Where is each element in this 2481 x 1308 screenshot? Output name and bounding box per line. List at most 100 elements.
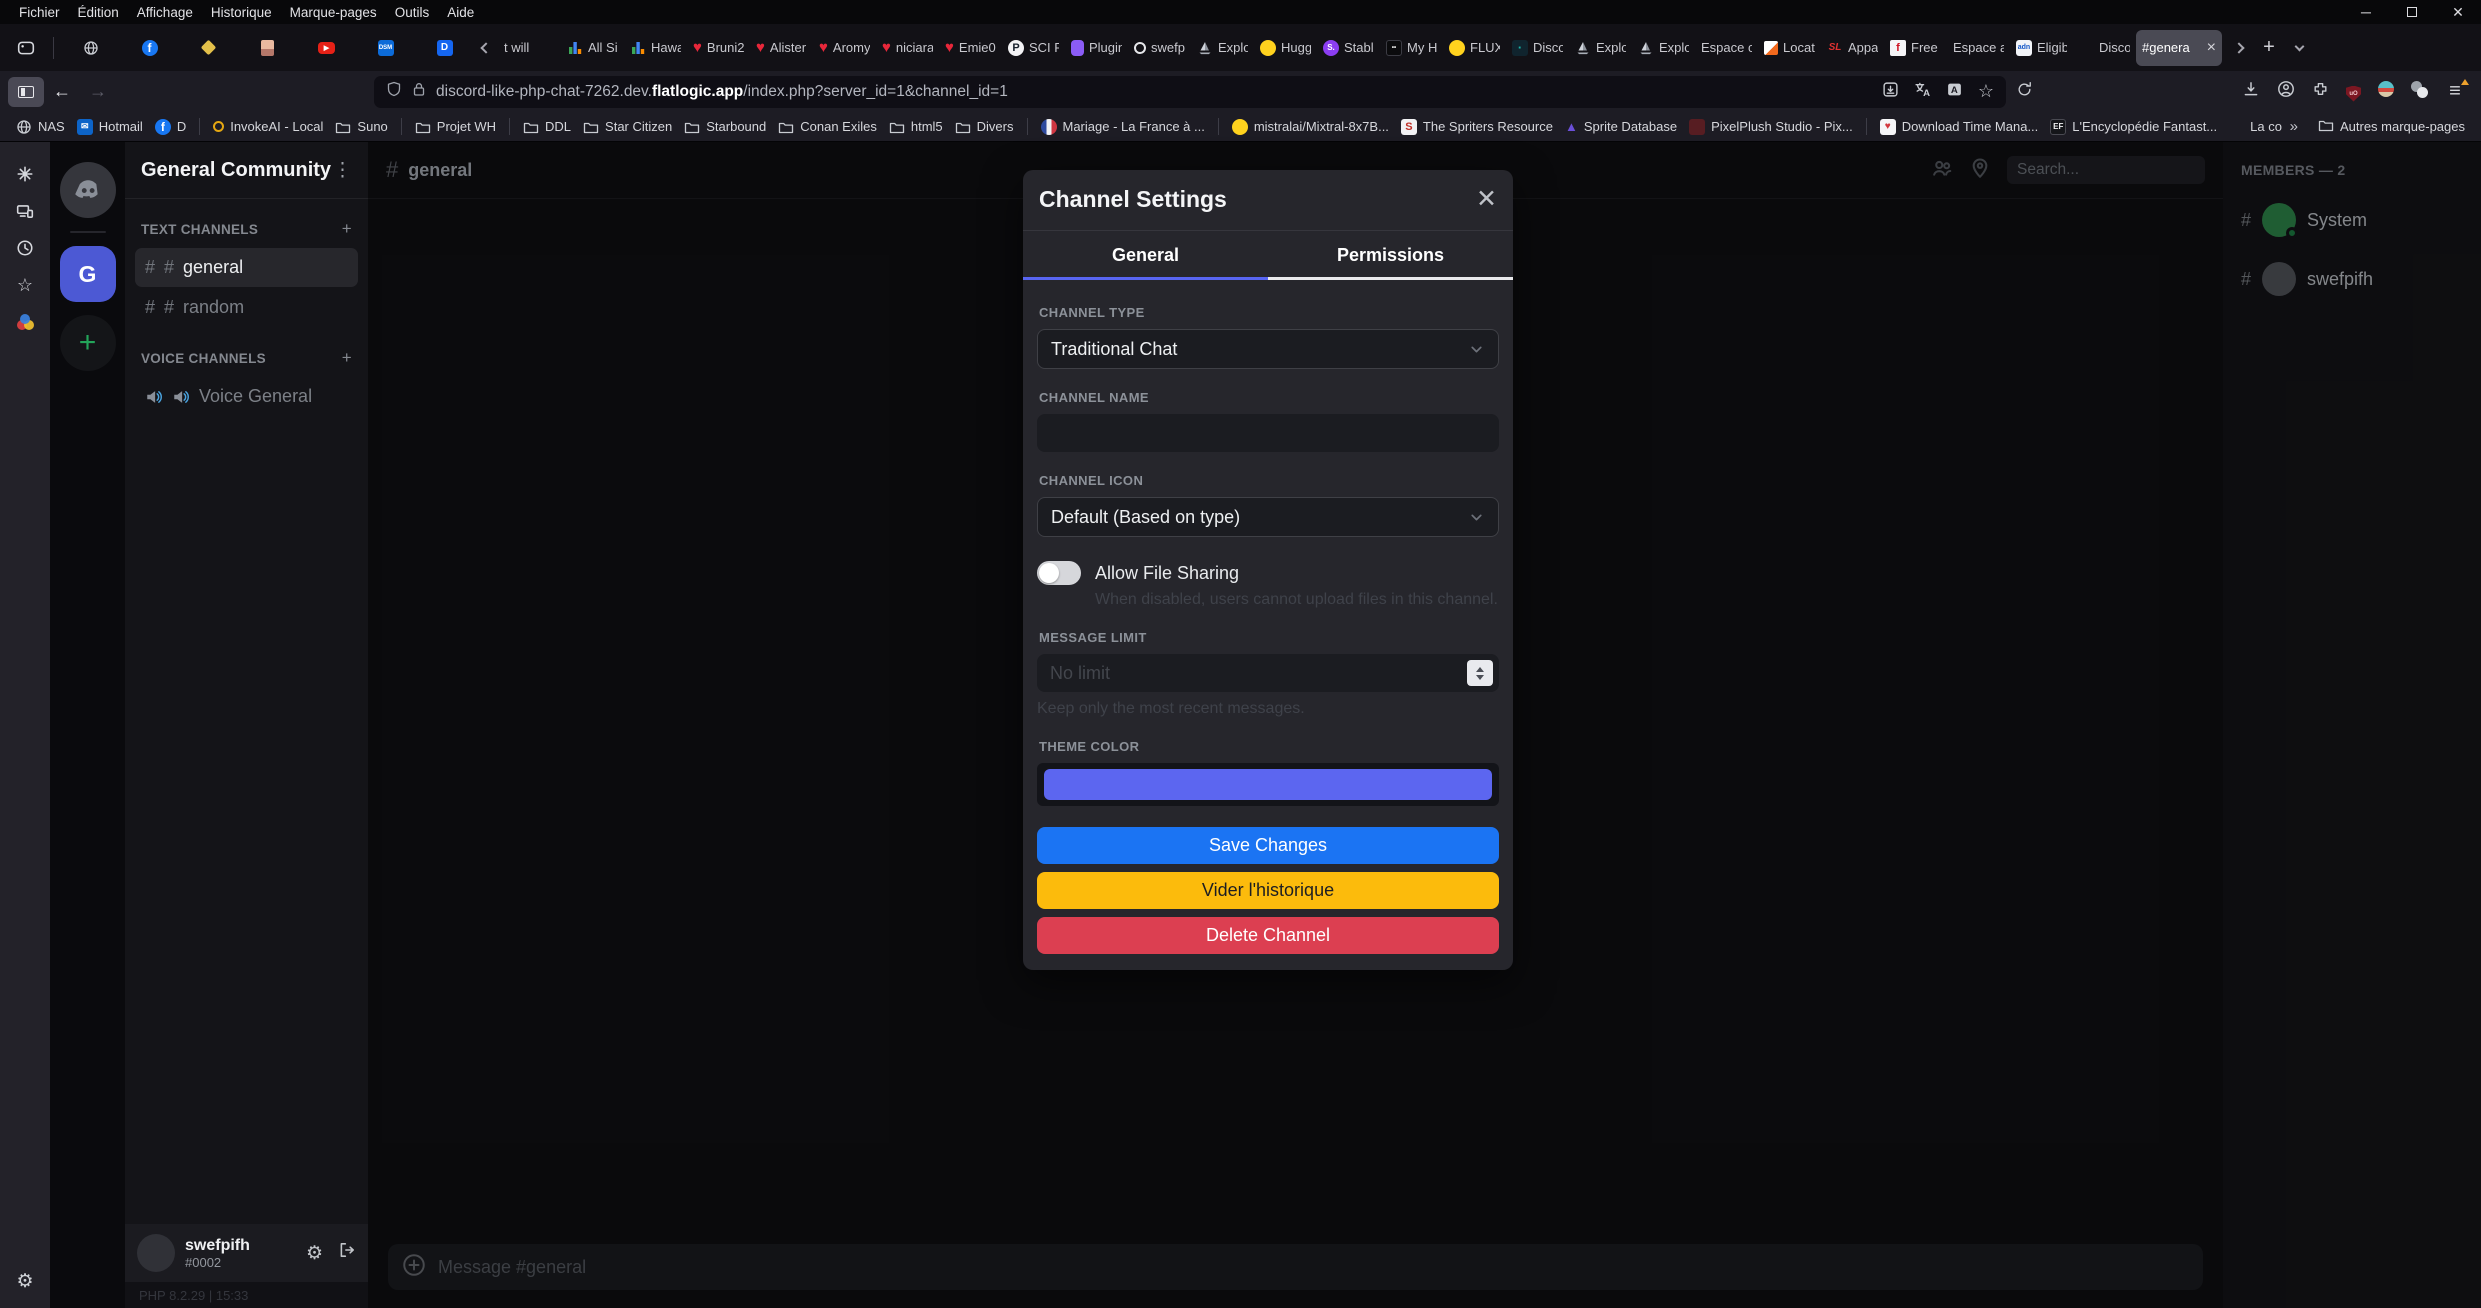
file-sharing-toggle[interactable] bbox=[1037, 561, 1081, 585]
voice-channel-item[interactable]: Voice General bbox=[135, 377, 358, 416]
message-limit-input[interactable] bbox=[1037, 654, 1499, 692]
firefox-view-button[interactable] bbox=[6, 31, 46, 65]
browser-tab[interactable]: ·Discor bbox=[1506, 30, 1569, 66]
pinned-tab[interactable]: D bbox=[415, 30, 474, 66]
sidebar-ai-assistant-button[interactable] bbox=[7, 156, 43, 192]
browser-tab[interactable]: Explor bbox=[1569, 30, 1632, 66]
browser-tab[interactable]: Espace clie bbox=[1695, 30, 1758, 66]
browser-tab[interactable]: ♥Alister bbox=[750, 30, 813, 66]
channel-type-select[interactable]: Traditional Chat bbox=[1037, 329, 1499, 369]
url-bar[interactable]: discord-like-php-chat-7262.dev.flatlogic… bbox=[374, 76, 2006, 108]
menubar-item[interactable]: Historique bbox=[202, 3, 281, 22]
theme-color-swatch[interactable] bbox=[1044, 769, 1492, 800]
sidebar-toggle-button[interactable] bbox=[8, 77, 44, 107]
translate-alt-button[interactable]: A bbox=[1946, 81, 1963, 103]
theme-color-picker[interactable] bbox=[1037, 763, 1499, 806]
bookmark-item[interactable]: Conan Exiles bbox=[772, 116, 883, 138]
bookmark-item[interactable]: ▲Sprite Database bbox=[1559, 116, 1683, 137]
browser-tab[interactable]: Huggi bbox=[1254, 30, 1317, 66]
browser-tab[interactable]: Discor bbox=[2073, 30, 2136, 66]
bookmark-item[interactable]: Suno bbox=[329, 116, 393, 138]
modal-close-icon[interactable]: ✕ bbox=[1476, 187, 1497, 212]
browser-tab[interactable]: Espace abo bbox=[1947, 30, 2010, 66]
menubar-item[interactable]: Aide bbox=[438, 3, 483, 22]
user-settings-gear-icon[interactable]: ⚙ bbox=[306, 1242, 323, 1265]
forward-button[interactable]: → bbox=[80, 77, 116, 107]
browser-tab[interactable]: ♥Emie0 bbox=[939, 30, 1002, 66]
pinned-tab[interactable]: f bbox=[120, 30, 179, 66]
menubar-item[interactable]: Marque-pages bbox=[281, 3, 386, 22]
reload-button-slot[interactable] bbox=[2016, 81, 2033, 103]
connection-lock-slot[interactable] bbox=[411, 81, 427, 102]
bookmark-item[interactable]: Starbound bbox=[678, 116, 772, 138]
browser-tab[interactable]: S.Stable bbox=[1317, 30, 1380, 66]
maximize-button[interactable] bbox=[2389, 0, 2435, 24]
browser-tab[interactable]: SLAppar bbox=[1821, 30, 1884, 66]
add-voice-channel-button[interactable]: + bbox=[342, 348, 352, 368]
browser-tab[interactable]: FLUX. bbox=[1443, 30, 1506, 66]
bookmark-item[interactable]: Star Citizen bbox=[577, 116, 678, 138]
sidebar-profiles-button[interactable] bbox=[7, 304, 43, 340]
bookmark-item[interactable]: fD bbox=[149, 116, 192, 138]
bookmark-item[interactable]: html5 bbox=[883, 116, 949, 138]
account-button[interactable] bbox=[2277, 80, 2295, 103]
tab-general[interactable]: General bbox=[1023, 231, 1268, 280]
downloads-button[interactable] bbox=[2242, 80, 2260, 103]
stepper-down-icon[interactable] bbox=[1476, 675, 1484, 680]
translate-button[interactable]: A bbox=[1914, 81, 1931, 103]
clear-history-button[interactable]: Vider l'historique bbox=[1037, 872, 1499, 909]
save-page-button[interactable] bbox=[1882, 81, 1899, 103]
add-server-button[interactable]: + bbox=[60, 315, 116, 371]
bookmark-item[interactable]: La connexion Wifi et E... bbox=[2223, 116, 2282, 137]
menubar-item[interactable]: Affichage bbox=[128, 3, 202, 22]
monkey-button[interactable] bbox=[2378, 81, 2394, 102]
browser-tab[interactable]: ♥Bruni2 bbox=[687, 30, 750, 66]
bookmark-star-button[interactable]: ☆ bbox=[1978, 82, 1994, 102]
circles-ext-button[interactable] bbox=[2411, 81, 2428, 103]
home-server-button[interactable] bbox=[60, 162, 116, 218]
ublock-button[interactable]: uO bbox=[2346, 82, 2361, 102]
pinned-tab[interactable] bbox=[238, 30, 297, 66]
text-channel-item-random[interactable]: ##random bbox=[135, 288, 358, 327]
bookmark-item[interactable]: mistralai/Mixtral-8x7B... bbox=[1226, 116, 1395, 138]
browser-tab[interactable]: ••My Ha bbox=[1380, 30, 1443, 66]
close-window-button[interactable]: ✕ bbox=[2435, 0, 2481, 24]
bookmark-item[interactable]: Mariage - La France à ... bbox=[1035, 116, 1211, 138]
bookmark-item[interactable]: Projet WH bbox=[409, 116, 502, 138]
tab-permissions[interactable]: Permissions bbox=[1268, 231, 1513, 280]
browser-tab[interactable]: Plugin bbox=[1065, 30, 1128, 66]
bookmark-item[interactable]: EFL'Encyclopédie Fantast... bbox=[2044, 116, 2223, 138]
channel-icon-select[interactable]: Default (Based on type) bbox=[1037, 497, 1499, 537]
bookmark-item[interactable]: ✉Hotmail bbox=[71, 116, 149, 138]
browser-tab[interactable]: #genera× bbox=[2136, 30, 2222, 66]
browser-tab[interactable]: PSCI RE bbox=[1002, 30, 1065, 66]
browser-tab[interactable]: Explor bbox=[1632, 30, 1695, 66]
list-tabs-button[interactable] bbox=[2284, 32, 2314, 64]
tracking-shield-slot[interactable] bbox=[386, 81, 402, 102]
menubar-item[interactable]: Outils bbox=[386, 3, 439, 22]
menu-button[interactable]: ≡ bbox=[2445, 81, 2465, 102]
delete-channel-button[interactable]: Delete Channel bbox=[1037, 917, 1499, 954]
bookmarks-overflow-button[interactable]: » bbox=[2290, 118, 2298, 135]
back-button[interactable]: ← bbox=[44, 77, 80, 107]
browser-tab[interactable]: Explor bbox=[1191, 30, 1254, 66]
browser-tab[interactable]: fFree : bbox=[1884, 30, 1947, 66]
bookmark-item[interactable]: DDL bbox=[517, 116, 577, 138]
puzzle-button[interactable] bbox=[2312, 81, 2329, 103]
pinned-tab[interactable]: DSM bbox=[356, 30, 415, 66]
menubar-item[interactable]: Fichier bbox=[10, 3, 69, 22]
server-header[interactable]: General Community ⋮ bbox=[125, 142, 368, 199]
channel-name-input[interactable] bbox=[1037, 414, 1499, 452]
bookmark-item[interactable]: NAS bbox=[10, 116, 71, 138]
browser-tab[interactable]: Hawai bbox=[624, 30, 687, 66]
stepper-up-icon[interactable] bbox=[1476, 667, 1484, 672]
pinned-tab[interactable] bbox=[179, 30, 238, 66]
tab-close-icon[interactable]: × bbox=[2207, 40, 2216, 56]
browser-tab[interactable]: ♥niciara bbox=[876, 30, 939, 66]
browser-tab[interactable]: t will bbox=[498, 30, 561, 66]
scroll-tabs-left-button[interactable] bbox=[474, 32, 498, 64]
sidebar-synced-devices-button[interactable] bbox=[7, 193, 43, 229]
bookmark-item[interactable]: Divers bbox=[949, 116, 1020, 138]
pinned-tab[interactable]: ▶ bbox=[297, 30, 356, 66]
bookmark-item[interactable]: PixelPlush Studio - Pix... bbox=[1683, 116, 1859, 138]
